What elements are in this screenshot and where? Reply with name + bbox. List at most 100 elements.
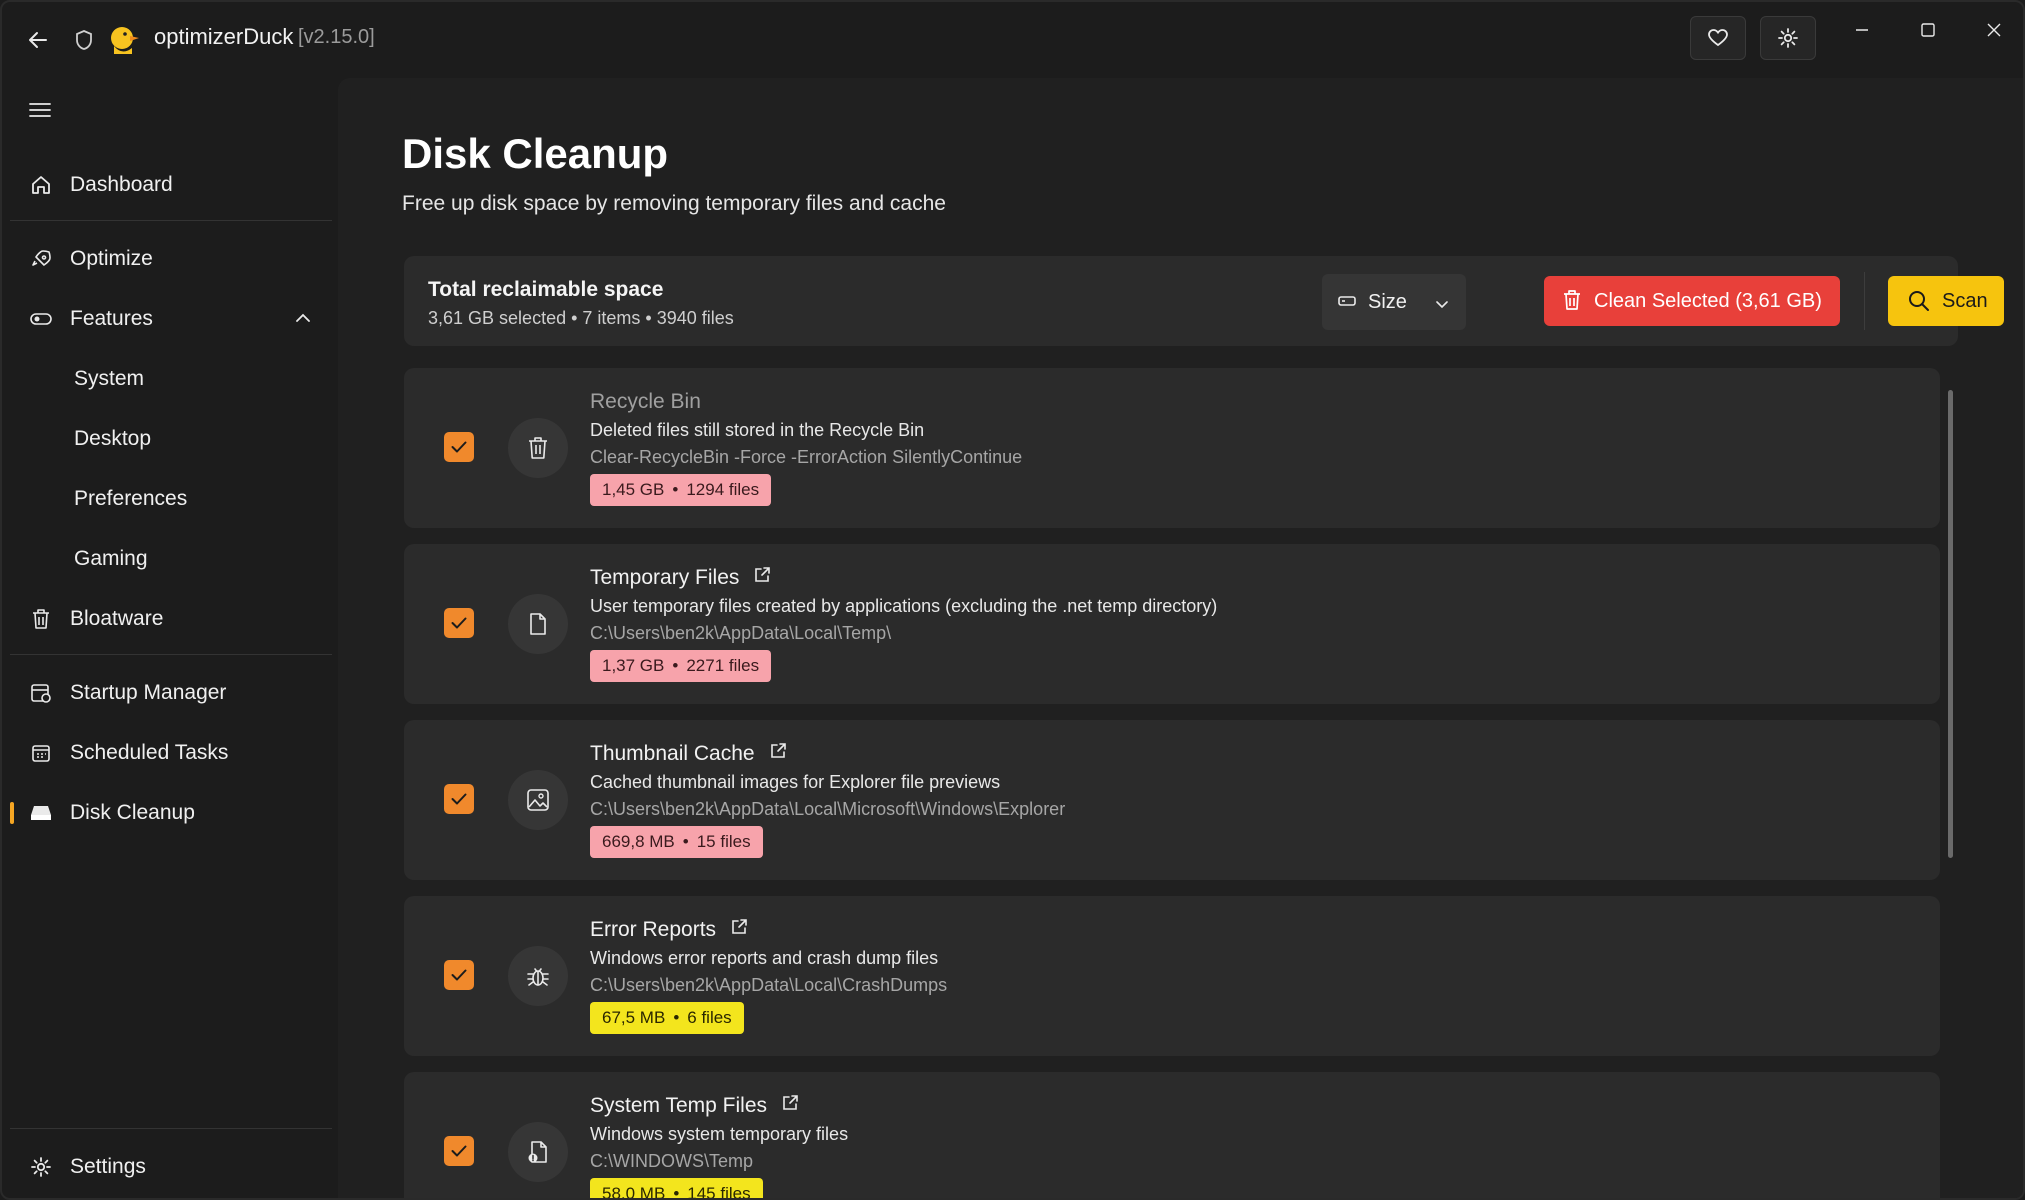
check-icon bbox=[451, 441, 467, 453]
sidebar-item-label: Preferences bbox=[74, 487, 188, 510]
sidebar-item-system[interactable]: System bbox=[10, 354, 332, 404]
favorite-button[interactable] bbox=[1690, 16, 1746, 60]
minimize-button[interactable] bbox=[1832, 10, 1892, 50]
open-external-icon[interactable] bbox=[730, 918, 748, 942]
chevron-up-icon[interactable] bbox=[296, 310, 310, 328]
chevron-down-icon bbox=[1436, 296, 1448, 314]
sidebar-item-settings[interactable]: Settings bbox=[10, 1142, 332, 1192]
summary-bar: Total reclaimable space 3,61 GB selected… bbox=[404, 256, 2004, 346]
sidebar-divider bbox=[10, 220, 332, 221]
scan-label: Scan bbox=[1942, 289, 1988, 312]
sort-value: Size bbox=[1368, 290, 1407, 313]
sidebar-item-label: Desktop bbox=[74, 427, 152, 450]
sidebar-item-bloatware[interactable]: Bloatware bbox=[10, 594, 332, 644]
open-external-icon[interactable] bbox=[769, 742, 787, 766]
cleanup-item-recycle-bin: Recycle Bin Deleted files still stored i… bbox=[404, 368, 1940, 528]
item-name: Thumbnail Cache bbox=[590, 742, 787, 766]
badge-separator: • bbox=[672, 480, 679, 499]
main-content: Disk Cleanup Free up disk space by remov… bbox=[338, 78, 2023, 1200]
theme-settings-button[interactable] bbox=[1760, 16, 1816, 60]
sidebar-item-scheduled-tasks[interactable]: Scheduled Tasks bbox=[10, 728, 332, 778]
size-badge: 1,45 GB • 1294 files bbox=[590, 474, 772, 506]
back-arrow-icon[interactable] bbox=[20, 22, 56, 58]
sidebar-item-desktop[interactable]: Desktop bbox=[10, 414, 332, 464]
sidebar-item-label: Settings bbox=[70, 1155, 146, 1178]
search-icon bbox=[1908, 290, 1930, 317]
heart-icon bbox=[1708, 29, 1728, 47]
item-checkbox[interactable] bbox=[444, 608, 474, 638]
badge-separator: • bbox=[673, 1184, 680, 1200]
gear-icon bbox=[28, 1154, 54, 1180]
calendar-icon bbox=[28, 740, 54, 766]
item-name: Recycle Bin bbox=[590, 390, 701, 413]
size-badge: 669,8 MB • 15 files bbox=[590, 826, 763, 858]
close-button[interactable] bbox=[1964, 10, 2023, 50]
sidebar-item-label: Dashboard bbox=[70, 173, 173, 196]
clean-selected-button[interactable]: Clean Selected (3,61 GB) bbox=[1544, 276, 1840, 326]
menu-toggle-button[interactable] bbox=[24, 94, 56, 126]
sidebar-item-disk-cleanup[interactable]: Disk Cleanup bbox=[10, 788, 332, 838]
title-bar: optimizerDuck [v2.15.0] bbox=[2, 2, 2023, 78]
sidebar-item-optimize[interactable]: Optimize bbox=[10, 234, 332, 284]
trash-icon bbox=[1562, 289, 1582, 316]
sidebar-item-label: Scheduled Tasks bbox=[70, 741, 229, 764]
toolbar-divider bbox=[1864, 272, 1865, 330]
sidebar-item-preferences[interactable]: Preferences bbox=[10, 474, 332, 524]
sidebar-item-label: Gaming bbox=[74, 547, 148, 570]
item-files: 6 files bbox=[687, 1008, 732, 1027]
toggle-icon bbox=[28, 306, 54, 332]
item-size: 1,37 GB bbox=[602, 656, 665, 675]
list-scrollbar[interactable] bbox=[1948, 390, 1953, 858]
item-description: User temporary files created by applicat… bbox=[590, 596, 1218, 616]
item-description: Cached thumbnail images for Explorer fil… bbox=[590, 772, 1001, 792]
check-icon bbox=[451, 617, 467, 629]
badge-separator: • bbox=[672, 656, 679, 675]
cleanup-item-temporary-files: Temporary Files User temporary files cre… bbox=[404, 544, 1940, 704]
duck-logo-icon bbox=[106, 22, 142, 58]
clean-selected-label: Clean Selected (3,61 GB) bbox=[1594, 289, 1822, 312]
item-path: C:\Users\ben2k\AppData\Local\CrashDumps bbox=[590, 975, 948, 995]
item-description: Deleted files still stored in the Recycl… bbox=[590, 420, 925, 440]
page-title: Disk Cleanup bbox=[402, 130, 669, 177]
close-icon bbox=[1987, 23, 2001, 37]
sidebar-item-features[interactable]: Features bbox=[10, 294, 332, 344]
item-name: Error Reports bbox=[590, 918, 748, 942]
sidebar-divider bbox=[10, 654, 332, 655]
item-checkbox[interactable] bbox=[444, 784, 474, 814]
summary-meta: 3,61 GB selected • 7 items • 3940 files bbox=[428, 308, 734, 328]
size-badge: 58,0 MB • 145 files bbox=[590, 1178, 763, 1200]
item-name: System Temp Files bbox=[590, 1094, 799, 1118]
sidebar-item-dashboard[interactable]: Dashboard bbox=[10, 160, 332, 210]
sidebar-item-label: Bloatware bbox=[70, 607, 164, 630]
size-badge: 67,5 MB • 6 files bbox=[590, 1002, 744, 1034]
home-icon bbox=[28, 172, 54, 198]
cleanup-item-error-reports: Error Reports Windows error reports and … bbox=[404, 896, 1940, 1056]
app-startup-icon bbox=[28, 680, 54, 706]
app-window: optimizerDuck [v2.15.0] Dashboard Optimi… bbox=[0, 0, 2025, 1200]
sidebar-item-startup-manager[interactable]: Startup Manager bbox=[10, 668, 332, 718]
item-description: Windows error reports and crash dump fil… bbox=[590, 948, 939, 968]
item-checkbox[interactable] bbox=[444, 1136, 474, 1166]
scan-button[interactable]: Scan bbox=[1888, 276, 2004, 326]
gear-icon bbox=[1778, 28, 1798, 48]
item-files: 2271 files bbox=[686, 656, 760, 675]
sidebar-item-gaming[interactable]: Gaming bbox=[10, 534, 332, 584]
item-path: Clear-RecycleBin -Force -ErrorAction Sil… bbox=[590, 447, 1023, 467]
item-checkbox[interactable] bbox=[444, 960, 474, 990]
item-description: Windows system temporary files bbox=[590, 1124, 849, 1144]
check-icon bbox=[451, 1145, 467, 1157]
open-external-icon[interactable] bbox=[753, 566, 771, 590]
sidebar-item-label: Startup Manager bbox=[70, 681, 227, 704]
item-size: 669,8 MB bbox=[602, 832, 675, 851]
item-files: 1294 files bbox=[686, 480, 760, 499]
item-name: Temporary Files bbox=[590, 566, 771, 590]
badge-separator: • bbox=[673, 1008, 680, 1027]
app-version: [v2.15.0] bbox=[298, 26, 375, 48]
size-badge: 1,37 GB • 2271 files bbox=[590, 650, 772, 682]
sort-dropdown[interactable]: Size bbox=[1322, 274, 1466, 330]
item-path: C:\Users\ben2k\AppData\Local\Temp\ bbox=[590, 623, 892, 643]
maximize-button[interactable] bbox=[1898, 10, 1958, 50]
open-external-icon[interactable] bbox=[781, 1094, 799, 1118]
item-checkbox[interactable] bbox=[444, 432, 474, 462]
sidebar-item-label: Disk Cleanup bbox=[70, 801, 195, 824]
